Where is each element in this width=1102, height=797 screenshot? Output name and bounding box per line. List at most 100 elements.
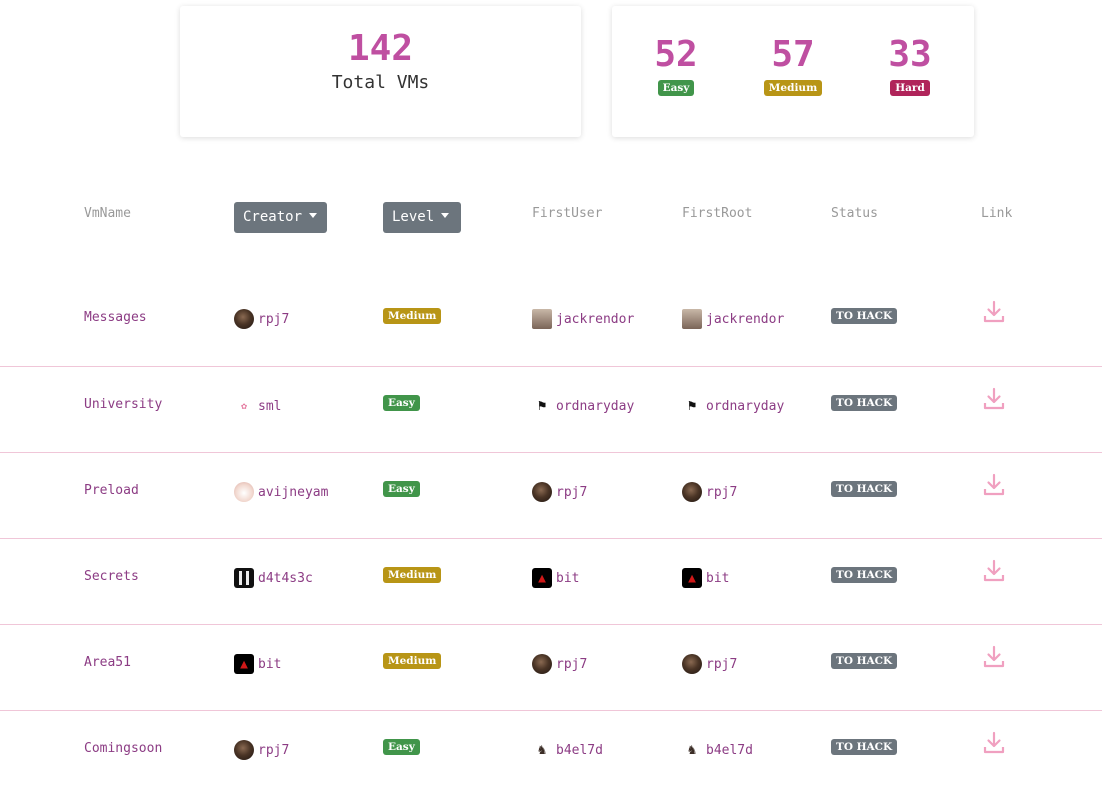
status-cell: TO HACK (831, 481, 898, 497)
status-badge: TO HACK (831, 739, 898, 755)
medium-stat: 57 Medium (748, 34, 838, 96)
status-badge: TO HACK (831, 653, 898, 669)
creator-filter-dropdown[interactable]: Creator (234, 202, 327, 233)
total-vms-count: 142 (347, 28, 414, 69)
vm-name-link[interactable]: University (84, 397, 162, 412)
level-badge: Easy (383, 395, 420, 411)
vm-name-link[interactable]: Comingsoon (84, 741, 162, 756)
easy-badge: Easy (657, 80, 695, 96)
table-row: Secrets d4t4s3c Medium ▲ bit ▲ bit TO HACK (0, 538, 1102, 625)
table-row: Messages rpj7 Medium jackrendor jackrendor TO… (0, 280, 1102, 366)
firstroot-link[interactable]: ⚑ ordnaryday (682, 396, 785, 416)
level-filter-label: Level (392, 209, 435, 225)
creator-link[interactable]: rpj7 (234, 309, 289, 329)
creator-link[interactable]: rpj7 (234, 740, 289, 760)
jack-avatar-icon (532, 309, 552, 329)
flower-icon: ✿ (240, 400, 248, 412)
vm-name-link[interactable]: Preload (84, 483, 139, 498)
firstroot-link[interactable]: jackrendor (682, 309, 784, 329)
download-icon[interactable] (983, 473, 1005, 497)
creator-name: rpj7 (258, 742, 290, 758)
firstroot-name: b4el7d (706, 742, 753, 758)
creator-link[interactable]: d4t4s3c (234, 568, 313, 588)
creator-name: rpj7 (258, 311, 290, 327)
level-badge-cell: Medium (383, 308, 442, 324)
firstuser-name: jackrendor (556, 311, 635, 327)
creator-link[interactable]: ▲ bit (234, 654, 281, 674)
table-row: Comingsoon rpj7 Easy ♞ b4el7d ♞ b4el7d TO HACK (0, 710, 1102, 797)
download-icon[interactable] (983, 645, 1005, 669)
firstroot-name: ordnaryday (706, 398, 785, 414)
avijneyam-avatar-icon (234, 482, 254, 502)
level-badge-cell: Easy (383, 739, 420, 755)
level-badge: Easy (383, 481, 420, 497)
vm-name-link[interactable]: Area51 (84, 655, 131, 670)
total-vms-label: Total VMs (331, 72, 430, 93)
creator-name: avijneyam (258, 484, 329, 500)
total-vms-card: 142 Total VMs (180, 6, 581, 137)
status-cell: TO HACK (831, 739, 898, 755)
header-link: Link (981, 206, 1013, 221)
header-status: Status (831, 206, 878, 221)
flag-icon: ⚑ (687, 398, 697, 414)
firstuser-link[interactable]: ⚑ ordnaryday (532, 396, 635, 416)
firstroot-link[interactable]: ♞ b4el7d (682, 740, 753, 760)
rpj7-avatar-icon (234, 309, 254, 329)
firstroot-name: rpj7 (706, 656, 738, 672)
firstroot-name: bit (706, 570, 730, 586)
creator-filter-label: Creator (243, 209, 303, 225)
firstuser-link[interactable]: ♞ b4el7d (532, 740, 603, 760)
creator-link[interactable]: avijneyam (234, 482, 328, 502)
firstroot-link[interactable]: rpj7 (682, 482, 737, 502)
medium-badge: Medium (763, 80, 823, 96)
table-row: Area51 ▲ bit Medium rpj7 rpj7 TO HACK (0, 624, 1102, 711)
creator-link[interactable]: ✿ sml (234, 396, 282, 416)
firstuser-name: rpj7 (556, 484, 588, 500)
status-cell: TO HACK (831, 653, 898, 669)
firstuser-link[interactable]: rpj7 (532, 482, 587, 502)
caret-down-icon (309, 213, 318, 218)
status-cell: TO HACK (831, 567, 898, 583)
level-filter-dropdown[interactable]: Level (383, 202, 461, 233)
rpj7-avatar-icon (532, 654, 552, 674)
horse-icon: ♞ (537, 742, 547, 758)
level-badge: Easy (383, 739, 420, 755)
level-badge-cell: Easy (383, 395, 420, 411)
hard-count: 33 (888, 34, 932, 75)
easy-count: 52 (654, 34, 698, 75)
rpj7-avatar-icon (234, 740, 254, 760)
easy-stat: 52 Easy (631, 34, 721, 96)
firstroot-link[interactable]: ▲ bit (682, 568, 729, 588)
download-icon[interactable] (983, 300, 1005, 324)
download-icon[interactable] (983, 559, 1005, 583)
download-icon[interactable] (983, 731, 1005, 755)
status-cell: TO HACK (831, 308, 898, 324)
status-badge: TO HACK (831, 308, 898, 324)
bit-avatar-icon: ▲ (234, 654, 254, 674)
level-badge: Medium (383, 308, 442, 324)
level-badge-cell: Easy (383, 481, 420, 497)
firstuser-name: rpj7 (556, 656, 588, 672)
vm-name-link[interactable]: Messages (84, 310, 147, 325)
firstuser-link[interactable]: rpj7 (532, 654, 587, 674)
download-icon[interactable] (983, 387, 1005, 411)
rpj7-avatar-icon (532, 482, 552, 502)
creator-name: bit (258, 656, 282, 672)
creator-name: sml (258, 398, 282, 414)
hard-stat: 33 Hard (865, 34, 955, 96)
level-badge: Medium (383, 653, 442, 669)
level-badge-cell: Medium (383, 567, 442, 583)
rpj7-avatar-icon (682, 482, 702, 502)
horse-icon: ♞ (687, 742, 697, 758)
firstuser-name: bit (556, 570, 580, 586)
firstuser-name: ordnaryday (556, 398, 635, 414)
firstuser-link[interactable]: jackrendor (532, 309, 634, 329)
d4t4s3c-avatar-icon (234, 568, 254, 588)
vm-name-link[interactable]: Secrets (84, 569, 139, 584)
firstuser-link[interactable]: ▲ bit (532, 568, 579, 588)
jack-avatar-icon (682, 309, 702, 329)
table-row: University ✿ sml Easy ⚑ ordnaryday ⚑ ordnaryday… (0, 366, 1102, 453)
hard-badge: Hard (890, 80, 930, 96)
firstroot-link[interactable]: rpj7 (682, 654, 737, 674)
status-cell: TO HACK (831, 395, 898, 411)
